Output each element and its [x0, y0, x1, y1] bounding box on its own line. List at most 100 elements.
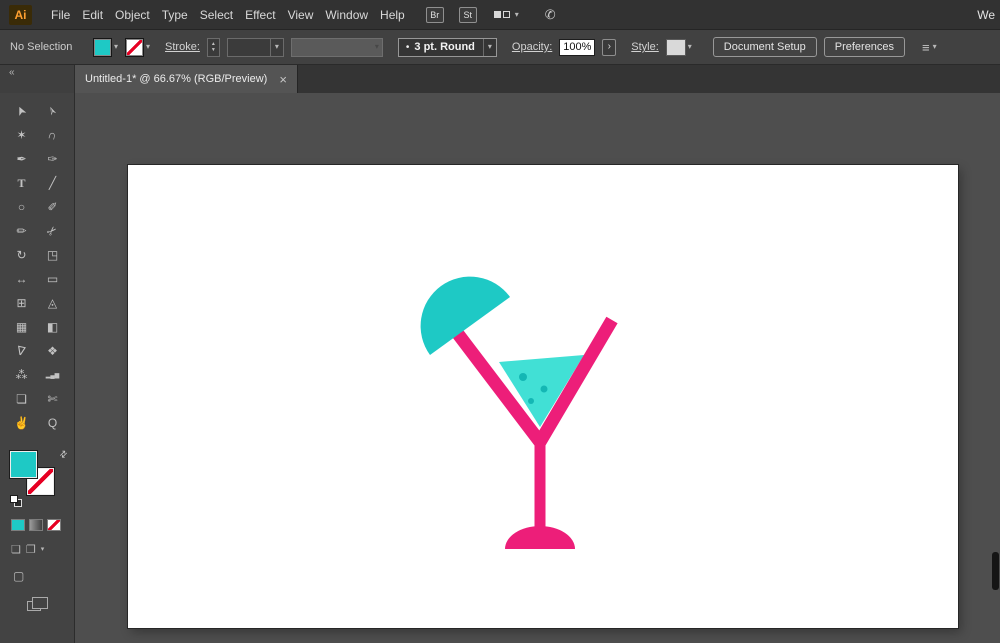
- default-fill-stroke-icon[interactable]: [10, 495, 24, 509]
- width-tool[interactable]: ↔: [9, 268, 35, 290]
- brush-definition-select[interactable]: ▾: [290, 37, 383, 57]
- perspective-grid-tool[interactable]: ◬: [40, 292, 66, 314]
- menu-help[interactable]: Help: [375, 8, 410, 22]
- blend-tool[interactable]: ❖: [40, 340, 66, 362]
- stock-button[interactable]: St: [458, 6, 477, 23]
- chevron-down-icon[interactable]: ▾: [688, 43, 692, 51]
- bubble-dot[interactable]: [528, 398, 534, 404]
- stroke-weight-select[interactable]: ▾: [226, 37, 284, 57]
- bubble-dot[interactable]: [540, 385, 548, 393]
- close-icon[interactable]: ×: [279, 72, 287, 87]
- document-tab[interactable]: Untitled-1* @ 66.67% (RGB/Preview) ×: [75, 65, 298, 93]
- rotate-tool[interactable]: ↻: [9, 244, 35, 266]
- style-swatch[interactable]: [665, 38, 686, 56]
- mesh-tool[interactable]: ▦: [9, 316, 35, 338]
- eyedropper-tool[interactable]: ∇: [9, 340, 35, 362]
- none-mode-button[interactable]: [47, 519, 61, 531]
- screen-mode-row: ▢: [13, 569, 74, 583]
- stroke-weight-stepper[interactable]: ▲ ▼: [206, 37, 220, 57]
- opacity-input[interactable]: [559, 38, 596, 56]
- pencil-tool[interactable]: ✏: [9, 220, 35, 242]
- opacity-panel-link[interactable]: Opacity:: [512, 41, 552, 53]
- ellipse-tool[interactable]: ○: [9, 196, 35, 218]
- menu-edit[interactable]: Edit: [77, 8, 108, 22]
- stepper-up-icon[interactable]: ▲: [211, 41, 216, 47]
- profile-dot-icon: •: [405, 41, 410, 53]
- share-icon[interactable]: ✆: [545, 7, 556, 23]
- lasso-tool[interactable]: ∩: [40, 124, 66, 146]
- menu-effect[interactable]: Effect: [240, 8, 280, 22]
- bridge-button[interactable]: Br: [425, 6, 444, 23]
- chevron-down-icon: ▾: [932, 42, 937, 51]
- shape-builder-tool[interactable]: ⊞: [9, 292, 35, 314]
- artboard[interactable]: [128, 165, 958, 628]
- stroke-swatch[interactable]: [125, 37, 145, 57]
- chevron-down-icon[interactable]: ▾: [41, 546, 45, 553]
- line-tool[interactable]: ╱: [40, 172, 66, 194]
- tools-panel-collapse[interactable]: «: [0, 65, 75, 93]
- gradient-mode-button[interactable]: [29, 519, 43, 531]
- pen-tool[interactable]: ✒: [9, 148, 35, 170]
- column-graph-tool[interactable]: ▂▄▆: [40, 364, 66, 386]
- type-tool[interactable]: T: [9, 172, 35, 194]
- stroke-color-control[interactable]: ▾: [125, 37, 150, 57]
- curvature-tool[interactable]: ✑: [40, 148, 66, 170]
- vertical-scrollbar-thumb[interactable]: [992, 552, 999, 590]
- swap-fill-stroke-icon[interactable]: ⇄: [58, 448, 71, 461]
- draw-inside-button[interactable]: ❐: [26, 543, 36, 556]
- cocktail-artwork[interactable]: [128, 165, 958, 628]
- panels-icon[interactable]: [27, 597, 48, 611]
- preferences-button[interactable]: Preferences: [823, 37, 906, 57]
- width-profile-select[interactable]: • 3 pt. Round ▾: [397, 37, 497, 57]
- hand-tool[interactable]: ✌: [9, 412, 35, 434]
- panel-options-control[interactable]: ≡ ▾: [922, 40, 937, 55]
- workspace-switcher[interactable]: ▾: [493, 9, 519, 19]
- stroke-weight-value: [228, 39, 270, 56]
- artboard-tool[interactable]: ❏: [9, 388, 35, 410]
- chevron-down-icon: ▾: [374, 42, 379, 51]
- canvas-area[interactable]: [75, 93, 1000, 643]
- menu-object[interactable]: Object: [110, 8, 155, 22]
- direct-selection-tool[interactable]: ➢: [40, 100, 66, 122]
- menu-view[interactable]: View: [283, 8, 319, 22]
- chevron-down-icon[interactable]: ▾: [114, 43, 118, 51]
- menu-window[interactable]: Window: [320, 8, 373, 22]
- zoom-tool[interactable]: Q: [40, 412, 66, 434]
- style-panel-link[interactable]: Style:: [631, 41, 659, 53]
- chevron-down-icon: ▾: [514, 9, 519, 19]
- stepper-down-icon[interactable]: ▼: [211, 47, 216, 53]
- menu-bar: Ai File Edit Object Type Select Effect View Win…: [0, 0, 1000, 30]
- fill-color-control[interactable]: ▾: [93, 37, 118, 57]
- symbol-sprayer-tool[interactable]: ⁂: [9, 364, 35, 386]
- stroke-panel-link[interactable]: Stroke:: [165, 41, 200, 53]
- screen-mode-button[interactable]: ▢: [13, 569, 24, 583]
- menu-select[interactable]: Select: [195, 8, 238, 22]
- fill-swatch[interactable]: [93, 37, 112, 57]
- document-tab-title: Untitled-1* @ 66.67% (RGB/Preview): [85, 73, 268, 85]
- menu-list: File Edit Object Type Select Effect View Window…: [45, 8, 411, 22]
- tools-panel: ➤ ➢ ✶ ∩ ✒ ✑ T ╱ ○ ✐ ✏ ✂ ↻ ◳ ↔ ▭ ⊞ ◬ ▦ ◧ ∇ ❖ ⁂ ▂▄▆ ❏ ✄ ✌ Q ⇄ ❏ ❐ ▾ ▢: [0, 93, 75, 643]
- menu-file[interactable]: File: [46, 8, 75, 22]
- scale-tool[interactable]: ◳: [40, 244, 66, 266]
- paintbrush-tool[interactable]: ✐: [40, 196, 66, 218]
- color-mode-button[interactable]: [11, 519, 25, 531]
- fill-color-swatch[interactable]: [9, 450, 38, 479]
- free-transform-tool[interactable]: ▭: [40, 268, 66, 290]
- workspace-grid-outline-icon: [502, 11, 510, 18]
- glass-base-shape[interactable]: [505, 526, 575, 549]
- selection-tool[interactable]: ➤: [9, 100, 35, 122]
- gradient-tool[interactable]: ◧: [40, 316, 66, 338]
- control-bar: No Selection ▾ ▾ Stroke: ▲ ▼ ▾ ▾ • 3 pt.…: [0, 30, 1000, 65]
- document-setup-button[interactable]: Document Setup: [712, 37, 817, 57]
- menu-type[interactable]: Type: [157, 8, 193, 22]
- magic-wand-tool[interactable]: ✶: [9, 124, 35, 146]
- scissors-tool[interactable]: ✂: [40, 220, 66, 242]
- style-select[interactable]: ▾: [665, 38, 692, 56]
- chevron-down-icon[interactable]: ▾: [146, 43, 150, 51]
- draw-normal-button[interactable]: ❏: [11, 543, 21, 556]
- workspace-label-clipped[interactable]: We: [977, 8, 995, 22]
- tools-grid: ➤ ➢ ✶ ∩ ✒ ✑ T ╱ ○ ✐ ✏ ✂ ↻ ◳ ↔ ▭ ⊞ ◬ ▦ ◧ ∇ ❖ ⁂ ▂▄▆ ❏ ✄ ✌ Q: [0, 93, 74, 435]
- slice-tool[interactable]: ✄: [40, 388, 66, 410]
- bubble-dot[interactable]: [519, 373, 527, 381]
- opacity-more-button[interactable]: ›: [602, 38, 617, 56]
